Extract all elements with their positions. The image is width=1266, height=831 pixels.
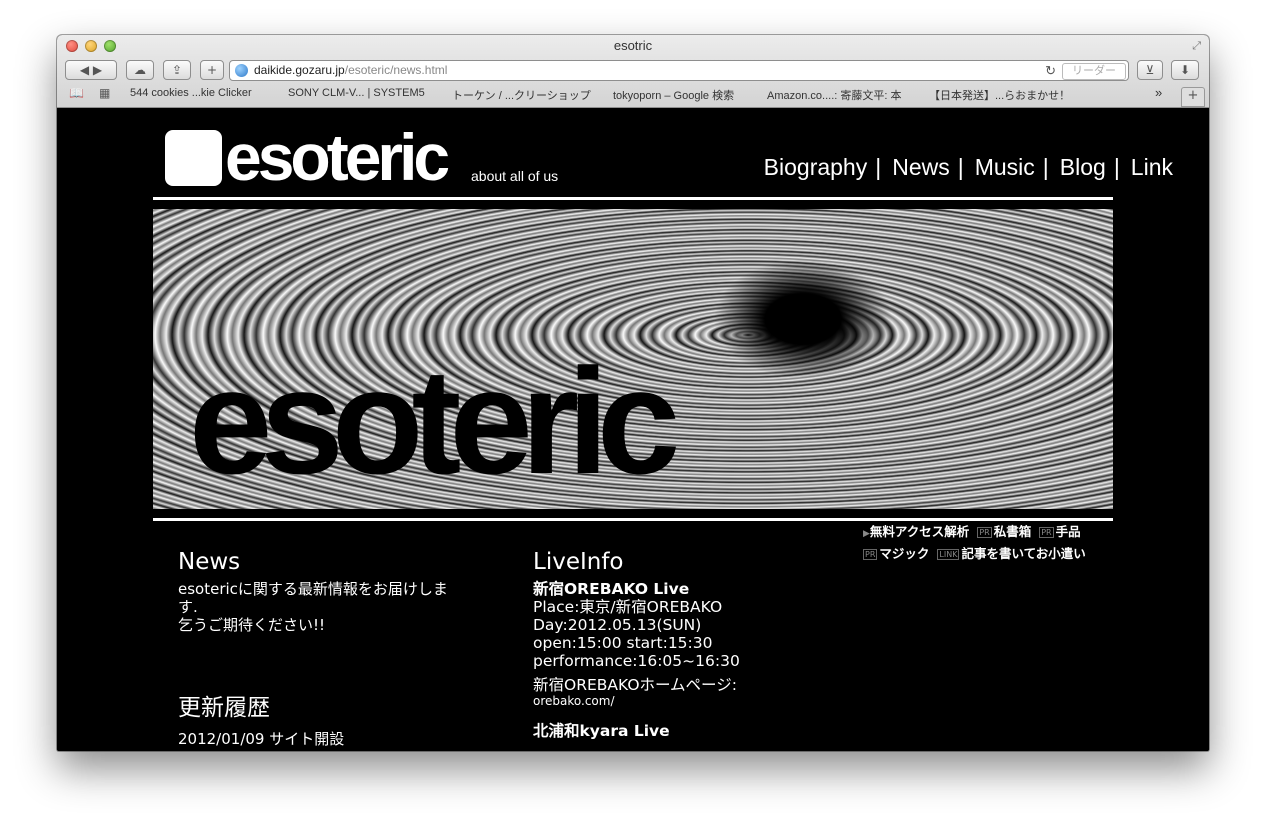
url-text[interactable]: daikide.gozaru.jp/esoteric/news.html	[254, 61, 447, 80]
nav-blog[interactable]: Blog	[1060, 154, 1106, 180]
link-badge: LINK	[937, 549, 960, 560]
bookmark-item[interactable]: tokyoporn – Google 検索	[613, 87, 734, 103]
add-bookmark-button[interactable]: +	[200, 60, 224, 80]
news-text: esotericに関する最新情報をお届けしま す. 乞うご期待ください!!	[178, 580, 448, 634]
pr-badge: PR	[977, 527, 992, 538]
forward-icon[interactable]: ▶	[93, 63, 102, 77]
tray-icon: ⊻	[1145, 63, 1155, 77]
more-bookmarks-icon[interactable]: »	[1155, 85, 1162, 100]
back-icon[interactable]: ◀	[80, 63, 89, 77]
nav-separator: |	[875, 154, 882, 180]
back-forward-buttons[interactable]: ◀ ▶	[65, 60, 117, 80]
hero-title: esoteric	[189, 337, 680, 505]
bookmark-item[interactable]: 544 cookies ...kie Clicker	[130, 87, 252, 99]
pr-link-access[interactable]: 無料アクセス解析	[870, 524, 969, 539]
nav-separator: |	[1113, 154, 1120, 180]
pr-links: ▶無料アクセス解析 PR 私書箱 PR 手品 PR マジック LINK 記事を書いてお小遣い	[863, 522, 1086, 563]
live-event-title: 新宿OREBAKO Live	[533, 580, 690, 598]
nav-separator: |	[1042, 154, 1049, 180]
hero-banner: esoteric	[153, 209, 1113, 509]
triangle-icon: ▶	[863, 529, 870, 539]
downloads-button[interactable]: ⬇	[1171, 60, 1199, 80]
downloads-list-button[interactable]: ⊻	[1137, 60, 1163, 80]
banner-divider	[153, 518, 1113, 521]
live-event-title: 北浦和kyara Live	[533, 722, 670, 740]
logo-square	[165, 130, 222, 186]
pr-link-article[interactable]: 記事を書いてお小遣い	[961, 546, 1085, 561]
share-icon: ⇪	[171, 63, 183, 77]
bookmark-item[interactable]: SONY CLM-V... | SYSTEM5	[288, 87, 425, 99]
live-event-place: Place:東京/新宿OREBAKO	[533, 598, 723, 616]
venue-homepage-link[interactable]: orebako.com/	[533, 694, 863, 708]
news-heading: News	[178, 549, 241, 575]
plus-icon: +	[206, 63, 218, 77]
news-section: News esotericに関する最新情報をお届けしま す. 乞うご期待ください…	[178, 548, 478, 634]
reload-icon[interactable]: ↻	[1045, 61, 1056, 80]
pr-link-tejina[interactable]: 手品	[1056, 524, 1081, 539]
download-icon: ⬇	[1179, 63, 1191, 77]
bookmark-item[interactable]: 【日本発送】...らおまかせ！	[929, 87, 1070, 103]
history-heading: 更新履歴	[178, 695, 270, 721]
pr-badge: PR	[863, 549, 878, 560]
header-divider	[153, 197, 1113, 200]
icloud-tabs-button[interactable]: ☁	[126, 60, 154, 80]
window-title: esotric	[613, 38, 653, 53]
globe-icon	[235, 64, 248, 77]
top-sites-icon[interactable]: ▦	[99, 86, 110, 100]
venue-homepage-label: 新宿OREBAKOホームページ:	[533, 676, 737, 694]
cloud-icon: ☁	[134, 63, 146, 77]
live-event-day: Day:2012.05.13(SUN)	[533, 616, 702, 634]
live-event-performance: performance:16:05~16:30	[533, 652, 740, 670]
bookmark-item[interactable]: Amazon.co....: 寄藤文平: 本	[767, 87, 901, 103]
nav-separator: |	[957, 154, 964, 180]
address-bar[interactable]: daikide.gozaru.jp/esoteric/news.html ↻ リ…	[229, 60, 1129, 81]
pr-link-mailbox[interactable]: 私書箱	[994, 524, 1032, 539]
reading-list-icon[interactable]: 📖	[69, 86, 84, 100]
nav-music[interactable]: Music	[975, 154, 1035, 180]
hero-shadow	[713, 259, 893, 379]
liveinfo-section: LiveInfo 新宿OREBAKO Live Place:東京/新宿OREBA…	[533, 548, 863, 740]
bookmark-item[interactable]: トーケン / ...クリーショップ	[452, 87, 591, 103]
site-logo[interactable]: esoteric	[225, 122, 450, 192]
fullscreen-icon[interactable]: ⤢	[1192, 39, 1201, 53]
main-nav: Biography | News | Music | Blog | Link	[764, 154, 1173, 181]
bookmarks-bar: 📖 ▦ 544 cookies ...kie Clicker SONY CLM-…	[57, 83, 1209, 105]
nav-link[interactable]: Link	[1131, 154, 1173, 180]
share-button[interactable]: ⇪	[163, 60, 191, 80]
liveinfo-heading: LiveInfo	[533, 549, 624, 575]
nav-biography[interactable]: Biography	[764, 154, 868, 180]
new-tab-button[interactable]: +	[1181, 87, 1205, 107]
nav-news[interactable]: News	[892, 154, 950, 180]
browser-window: esotric ⤢ ◀ ▶ ☁ ⇪ + daikide.gozaru.jp/es…	[57, 35, 1209, 751]
pr-badge: PR	[1039, 527, 1054, 538]
history-item: 2012/01/09 サイト開設	[178, 730, 345, 748]
site-tagline: about all of us	[471, 168, 559, 184]
pr-link-magic[interactable]: マジック	[879, 546, 929, 561]
live-event-open: open:15:00 start:15:30	[533, 634, 713, 652]
page-content: esoteric about all of us Biography | News |…	[57, 108, 1209, 751]
reader-button[interactable]: リーダー	[1062, 63, 1126, 80]
browser-chrome: esotric ⤢ ◀ ▶ ☁ ⇪ + daikide.gozaru.jp/es…	[57, 35, 1209, 108]
